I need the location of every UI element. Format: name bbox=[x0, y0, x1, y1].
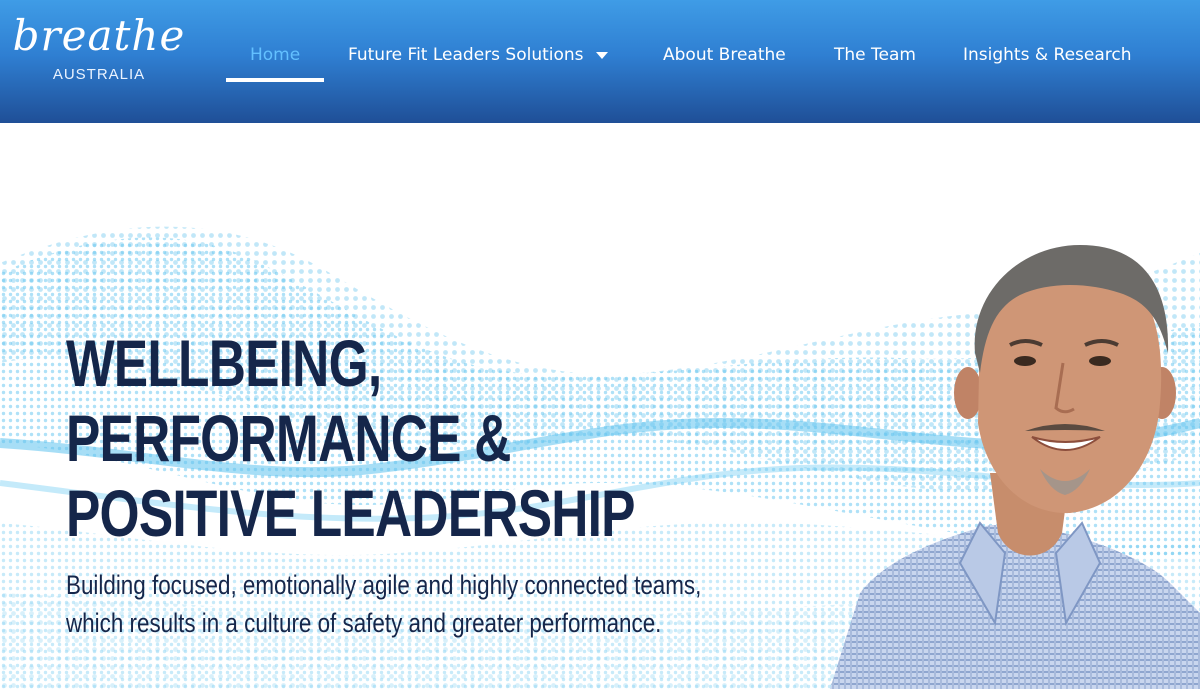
caret-down-icon[interactable] bbox=[595, 51, 608, 59]
main-nav: Home Future Fit Leaders Solutions About … bbox=[0, 0, 1200, 123]
nav-item-future-fit-leaders-solutions[interactable]: Future Fit Leaders Solutions bbox=[348, 42, 608, 68]
nav-item-label: Home bbox=[250, 45, 301, 65]
presenter-portrait-image bbox=[830, 245, 1200, 689]
nav-item-label: Insights & Research bbox=[963, 45, 1132, 65]
nav-item-insights-research[interactable]: Insights & Research bbox=[963, 42, 1132, 68]
hero-subheadline-line: Building focused, emotionally agile and … bbox=[66, 570, 702, 600]
nav-item-label: About Breathe bbox=[663, 45, 786, 65]
nav-item-home[interactable]: Home bbox=[250, 42, 300, 68]
hero-subheadline-line: which results in a culture of safety and… bbox=[66, 608, 662, 638]
nav-item-the-team[interactable]: The Team bbox=[834, 42, 916, 68]
hero-headline: WELLBEING, PERFORMANCE & POSITIVE LEADER… bbox=[66, 326, 636, 551]
nav-item-about-breathe[interactable]: About Breathe bbox=[663, 42, 786, 68]
hero-headline-line: PERFORMANCE & bbox=[66, 401, 511, 475]
hero-headline-line: WELLBEING, bbox=[66, 326, 382, 400]
hero-section: WELLBEING, PERFORMANCE & POSITIVE LEADER… bbox=[0, 123, 1200, 689]
nav-active-underline bbox=[226, 78, 324, 82]
nav-item-label: The Team bbox=[834, 45, 916, 65]
site-header: breathe AUSTRALIA Home Future Fit Leader… bbox=[0, 0, 1200, 123]
hero-subheadline: Building focused, emotionally agile and … bbox=[66, 566, 780, 642]
nav-item-label: Future Fit Leaders Solutions bbox=[348, 45, 584, 65]
hero-headline-line: POSITIVE LEADERSHIP bbox=[66, 476, 636, 550]
